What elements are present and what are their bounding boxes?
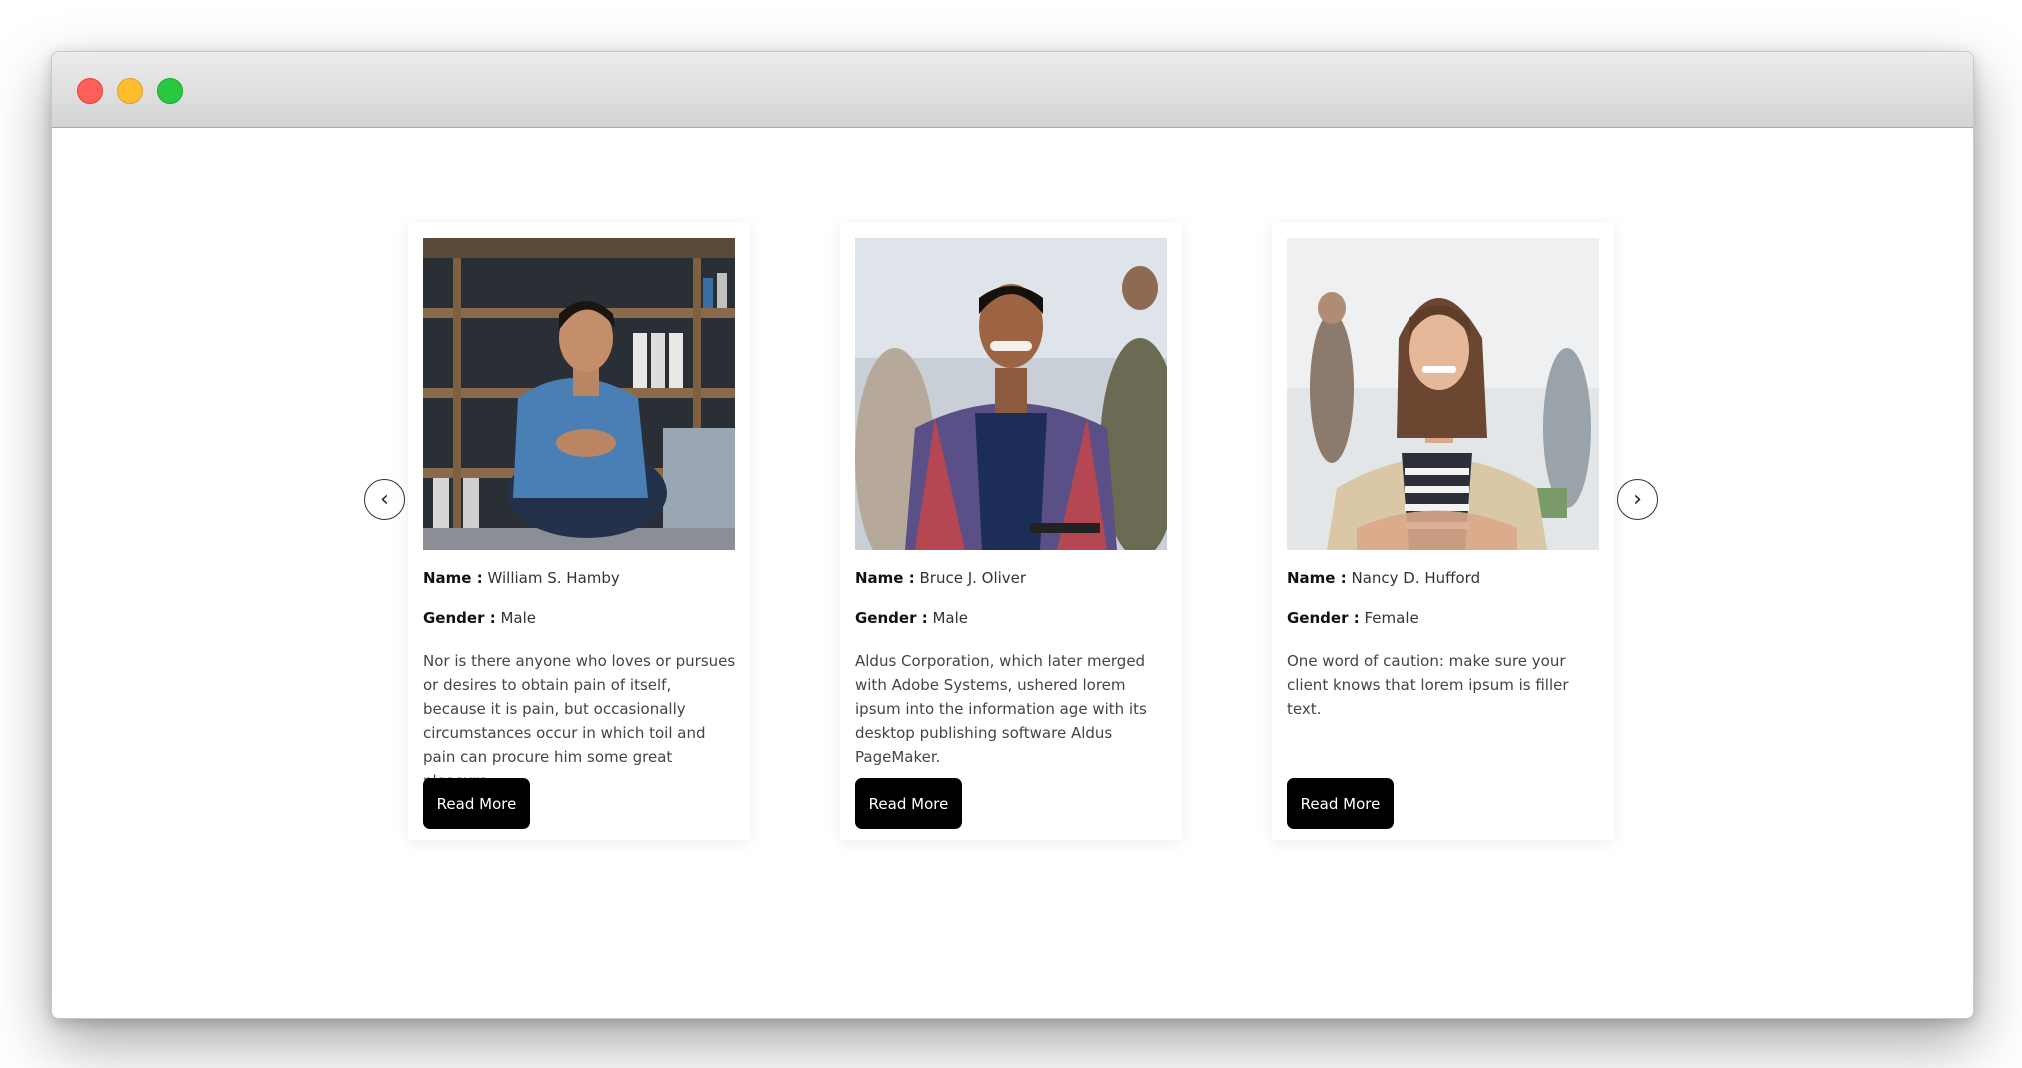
chevron-right-icon: › (1633, 487, 1642, 512)
read-more-button[interactable]: Read More (423, 778, 530, 829)
profile-photo (855, 238, 1167, 550)
name-label: Name : (855, 569, 915, 587)
minimize-window-button[interactable] (117, 78, 143, 104)
read-more-button[interactable]: Read More (855, 778, 962, 829)
card-description: Nor is there anyone who loves or pursues… (423, 652, 736, 790)
name-label: Name : (423, 569, 483, 587)
gender-field: Gender : Female (1287, 609, 1602, 627)
name-field: Name : Bruce J. Oliver (855, 569, 1170, 587)
gender-label: Gender : (1287, 609, 1360, 627)
gender-value: Male (932, 609, 969, 627)
photo-man-office-icon (423, 238, 735, 550)
name-value: Nancy D. Hufford (1351, 569, 1481, 587)
name-field: Name : William S. Hamby (423, 569, 738, 587)
window-titlebar (52, 52, 1973, 128)
page-content: ‹ Name: William S. Hamby Gender: Male … (52, 128, 1973, 1018)
photo-woman-office-icon (1287, 238, 1599, 550)
name-label: Name : (1287, 569, 1347, 587)
gender-label: Gender : (855, 609, 928, 627)
profile-card: Name : Nancy D. Hufford Gender : Female … (1272, 223, 1614, 840)
zoom-window-button[interactable] (157, 78, 183, 104)
close-window-button[interactable] (77, 78, 103, 104)
name-value: William S. Hamby (487, 569, 620, 587)
gender-field: Gender : Male (423, 609, 738, 627)
gender-value: Male (500, 609, 537, 627)
card-description: One word of caution: make sure your clie… (1287, 652, 1569, 718)
profile-photo (1287, 238, 1599, 550)
carousel-next-button[interactable]: › (1617, 479, 1658, 520)
browser-window: ‹ Name: William S. Hamby Gender: Male … (51, 51, 1974, 1019)
photo-man-plaid-shirt-icon (855, 238, 1167, 550)
chevron-left-icon: ‹ (380, 487, 389, 512)
card-description: Aldus Corporation, which later merged wi… (855, 652, 1147, 766)
name-field: Name : Nancy D. Hufford (1287, 569, 1602, 587)
read-more-button[interactable]: Read More (1287, 778, 1394, 829)
gender-field: Gender : Male (855, 609, 1170, 627)
profile-photo (423, 238, 735, 550)
name-value: Bruce J. Oliver (919, 569, 1027, 587)
carousel-prev-button[interactable]: ‹ (364, 479, 405, 520)
profile-card: Name : William S. Hamby Gender : Male No… (408, 223, 750, 840)
profile-card: Name : Bruce J. Oliver Gender : Male Ald… (840, 223, 1182, 840)
gender-label: Gender : (423, 609, 496, 627)
gender-value: Female (1364, 609, 1419, 627)
